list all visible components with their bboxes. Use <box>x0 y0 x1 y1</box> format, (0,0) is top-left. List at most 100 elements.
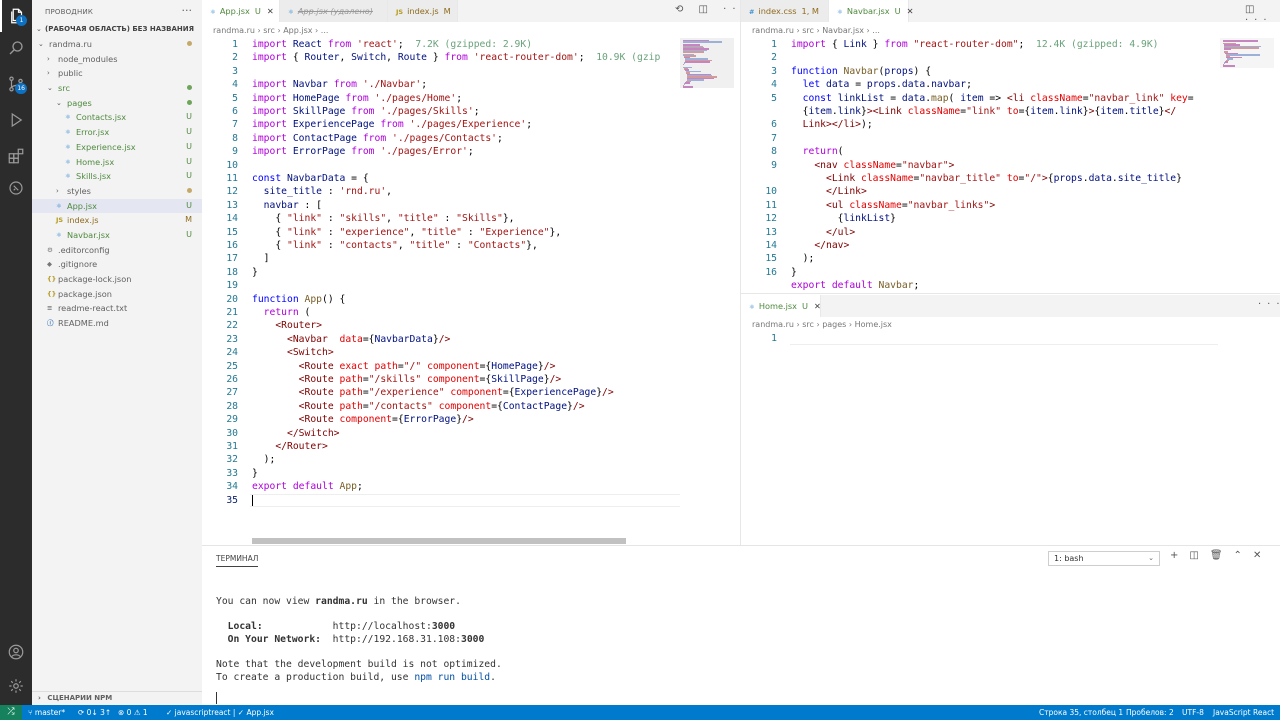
tab-app-jsx[interactable]: ⚛ App.jsx U ✕ <box>202 0 280 22</box>
tree-item[interactable]: ⚛ Contacts.jsx U <box>32 110 202 125</box>
code-line: export default Navbar; <box>791 280 920 290</box>
npm-scripts-section[interactable]: › СЦЕНАРИИ NPM <box>32 691 202 705</box>
split-terminal-icon[interactable]: ◫ <box>1189 550 1209 561</box>
minimap-line <box>1223 65 1236 67</box>
tab-app-jsx-[interactable]: ⚛ App.jsx (удалено) <box>280 0 388 22</box>
encoding[interactable]: UTF-8 <box>1182 705 1204 720</box>
new-terminal-icon[interactable]: + <box>1170 550 1189 561</box>
tree-item[interactable]: ⓘ README.md <box>32 316 202 331</box>
line-number: 16 <box>226 240 238 251</box>
tab-label: Home.jsx <box>758 301 797 311</box>
terminal-actions[interactable]: +◫🗑⌃✕ <box>1170 550 1272 561</box>
breadcrumb-home[interactable]: randma.ru › src › pages › Home.jsx <box>752 318 892 332</box>
account-icon[interactable] <box>0 636 32 668</box>
line-number: 16 <box>765 266 777 278</box>
line-number: 21 <box>226 307 238 318</box>
code-line: const NavbarData = { <box>252 173 369 184</box>
source-control-icon[interactable]: 16 <box>0 68 32 100</box>
code-editor-app[interactable]: 1 import React from 'react'; 7.2K (gzippe… <box>202 38 680 538</box>
md-file-icon: ⓘ <box>47 319 54 328</box>
close-icon[interactable]: ✕ <box>1253 550 1272 561</box>
css-file-icon: # <box>749 8 755 16</box>
code-line: import Navbar from './Navbar'; <box>252 79 428 91</box>
explorer-icon[interactable]: 1 <box>0 0 32 32</box>
tree-item[interactable]: › styles <box>32 184 202 199</box>
tree-item[interactable]: ⚙ .editorconfig <box>32 243 202 258</box>
line-number: 31 <box>226 441 238 452</box>
tab-index-js[interactable]: JS index.js M <box>388 0 458 22</box>
tree-item[interactable]: ⌄ src <box>32 81 202 96</box>
close-icon[interactable]: ✕ <box>267 6 274 16</box>
close-icon[interactable]: ✕ <box>814 301 821 311</box>
code-line: { "link" : "contacts", "title" : "Contac… <box>252 240 538 251</box>
minimap-navbar[interactable] <box>1220 38 1274 68</box>
tree-item[interactable]: {} package.json <box>32 287 202 302</box>
minimap-line <box>683 86 694 88</box>
tree-item[interactable]: ⌄ randma.ru <box>32 37 202 52</box>
tree-item-label: randma.ru <box>49 39 92 49</box>
minimap-line <box>685 61 710 63</box>
tab-home-jsx[interactable]: ⚛ Home.jsx U ✕ <box>741 295 821 317</box>
remote-icon[interactable]: ⤮ <box>0 705 22 720</box>
more-actions-icon[interactable]: ··· <box>182 4 193 17</box>
breadcrumb-navbar[interactable]: randma.ru › src › Navbar.jsx › ... <box>752 24 880 38</box>
tab-index-css[interactable]: # index.css 1, M <box>741 0 829 22</box>
tree-item[interactable]: › public <box>32 66 202 81</box>
line-number: 26 <box>226 374 238 385</box>
indentation[interactable]: Пробелов: 2 <box>1126 705 1174 720</box>
code-editor-navbar[interactable]: 1 import { Link } from "react-router-dom"… <box>741 38 1219 290</box>
language-mode[interactable]: JavaScript React <box>1213 705 1274 720</box>
tab-label: index.css <box>758 6 797 16</box>
line-number <box>753 105 777 118</box>
tree-item-label: src <box>58 83 70 94</box>
close-icon[interactable]: ✕ <box>907 6 914 16</box>
tree-item[interactable]: ⚛ Error.jsx U <box>32 125 202 140</box>
terminal-cursor <box>216 692 217 704</box>
tree-item[interactable]: ⚛ Home.jsx U <box>32 155 202 170</box>
scm-badge: 16 <box>15 83 27 94</box>
tab-git-status: U <box>894 6 901 16</box>
workspace-header[interactable]: ⌄ (РАБОЧАЯ ОБЛАСТЬ) БЕЗ НАЗВАНИЯ <box>32 22 202 37</box>
terminal-tab[interactable]: ТЕРМИНАЛ <box>216 554 259 567</box>
problems-indicator[interactable]: ⊗ 0 ⚠ 1 <box>118 705 148 720</box>
activity-bar: 1 16 <box>0 0 32 705</box>
tree-item[interactable]: ⚛ Skills.jsx U <box>32 169 202 184</box>
tree-item[interactable]: JS index.js M <box>32 213 202 228</box>
tree-item[interactable]: ≡ readme-react.txt <box>32 301 202 316</box>
settings-gear-icon[interactable] <box>0 670 32 702</box>
code-line: import { Router, Switch, Route } from 'r… <box>252 52 661 64</box>
tree-item-label: node_modules <box>58 53 118 64</box>
language-path[interactable]: ✓ javascriptreact | ✓ App.jsx <box>166 705 274 720</box>
shell-select[interactable]: 1: bash ⌄ <box>1048 551 1160 566</box>
search-icon[interactable] <box>0 32 32 64</box>
tree-item[interactable]: ◆ .gitignore <box>32 257 202 272</box>
line-number: 11 <box>765 199 777 211</box>
remote-explorer-icon[interactable] <box>0 172 32 204</box>
tree-item[interactable]: ⌄ pages <box>32 96 202 111</box>
cursor-position[interactable]: Строка 35, столбец 1 <box>1039 705 1123 720</box>
tree-item[interactable]: ⚛ App.jsx U <box>32 198 202 214</box>
js-file-icon: JS <box>56 216 64 225</box>
extensions-icon[interactable] <box>0 140 32 172</box>
branch-indicator[interactable]: ⑂ master* <box>28 705 65 720</box>
terminal-panel[interactable]: ТЕРМИНАЛ 1: bash ⌄ +◫🗑⌃✕ You can now vie… <box>202 545 1280 705</box>
code-editor-home[interactable]: 1 <box>741 332 1219 352</box>
minimap[interactable] <box>680 38 734 88</box>
run-debug-icon[interactable] <box>0 104 32 136</box>
horizontal-scrollbar[interactable] <box>252 538 626 544</box>
tree-item[interactable]: ⚛ Experience.jsx U <box>32 140 202 155</box>
editor-actions-right[interactable]: ◫ ··· <box>1245 4 1280 26</box>
txt-file-icon: ≡ <box>47 304 53 313</box>
breadcrumb[interactable]: randma.ru › src › App.jsx › ... <box>213 24 328 38</box>
editor-actions-bottom[interactable]: ··· <box>1258 299 1280 310</box>
tree-item[interactable]: {} package-lock.json <box>32 272 202 287</box>
sync-indicator[interactable]: ⟳ 0↓ 3↑ <box>78 705 111 720</box>
tab-navbar-jsx[interactable]: ⚛ Navbar.jsx U ✕ <box>829 0 914 22</box>
line-number: 9 <box>232 146 238 158</box>
maximize-panel-icon[interactable]: ⌃ <box>1234 550 1253 561</box>
tree-item[interactable]: › node_modules <box>32 52 202 67</box>
git-status-badge: U <box>186 171 192 181</box>
tree-item[interactable]: ⚛ Navbar.jsx U <box>32 228 202 243</box>
trash-icon[interactable]: 🗑 <box>1210 550 1234 561</box>
tab-label: App.jsx (удалено) <box>297 6 373 16</box>
